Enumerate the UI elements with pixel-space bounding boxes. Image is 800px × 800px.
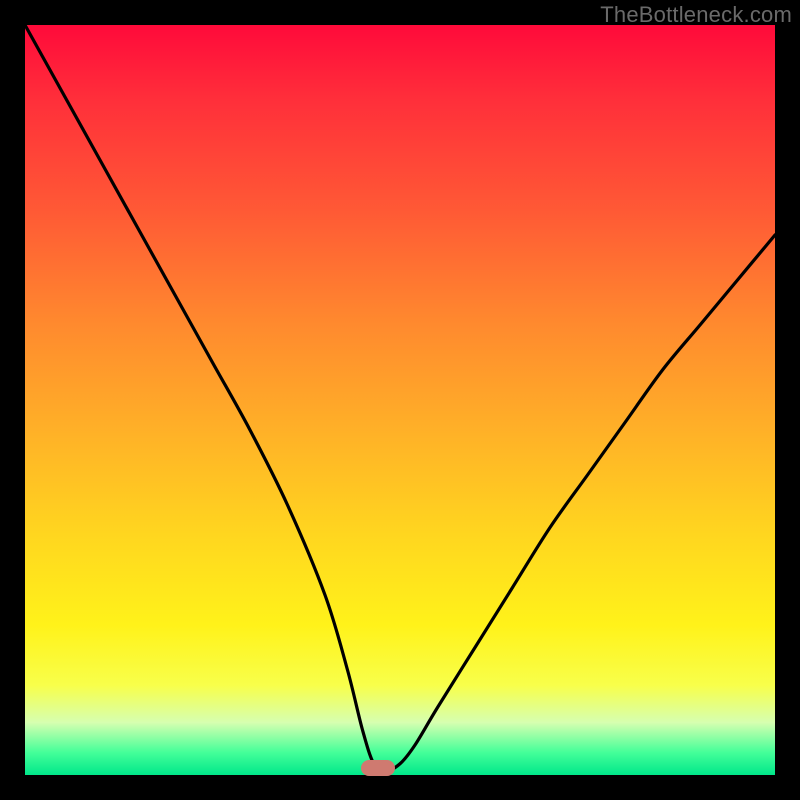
bottleneck-curve [25,25,775,775]
chart-container: TheBottleneck.com [0,0,800,800]
plot-area [25,25,775,775]
minimum-marker [361,760,395,776]
